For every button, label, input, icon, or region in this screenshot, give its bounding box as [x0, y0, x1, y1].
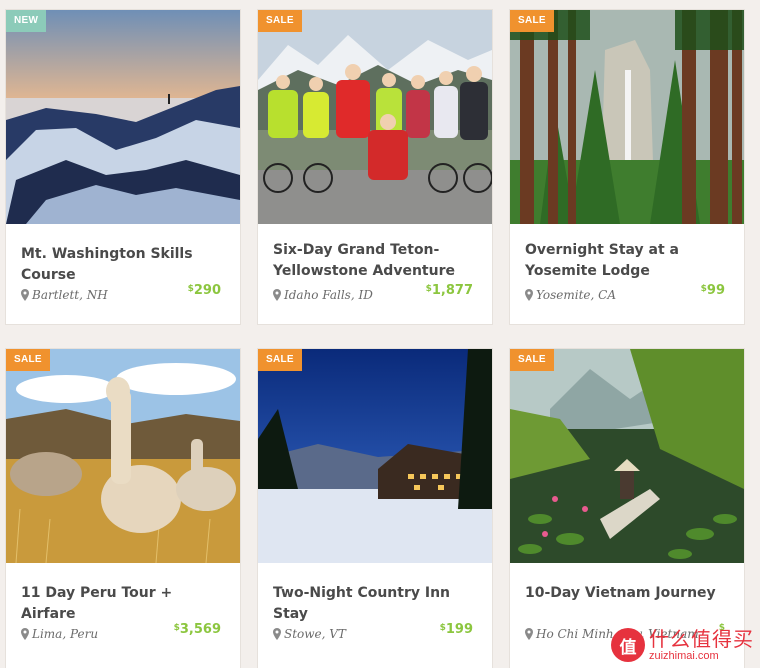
- deal-photo-snowy-inn[interactable]: [258, 349, 492, 563]
- badge-sale: SALE: [258, 10, 302, 32]
- deal-location-text: Bartlett, NH: [32, 288, 108, 302]
- watermark-text-en: zuizhimai.com: [649, 649, 719, 662]
- deal-title[interactable]: 11 Day Peru Tour + Airfare: [21, 583, 231, 625]
- deal-price: $99: [700, 283, 725, 298]
- deal-title[interactable]: Six-Day Grand Teton-Yellowstone Adventur…: [273, 240, 483, 282]
- deal-photo-yosemite-forest[interactable]: [510, 10, 744, 224]
- deal-price: $3,569: [173, 622, 221, 637]
- deal-location: Bartlett, NH: [21, 288, 108, 302]
- map-pin-icon: [21, 628, 29, 640]
- map-pin-icon: [21, 289, 29, 301]
- deal-price: $290: [187, 283, 221, 298]
- deal-photo-mountain-sunrise[interactable]: [6, 10, 240, 224]
- deal-photo-vietnam-boat[interactable]: [510, 349, 744, 563]
- deal-card[interactable]: SALE 11 Day Peru Tour + Airfare Lima, Pe…: [5, 348, 241, 668]
- deal-card[interactable]: SALE 10-Day Vietnam Journey Ho Chi Minh …: [509, 348, 745, 668]
- deal-price: $199: [439, 622, 473, 637]
- map-pin-icon: [525, 628, 533, 640]
- deal-location: Stowe, VT: [273, 627, 346, 641]
- deal-title[interactable]: Overnight Stay at a Yosemite Lodge: [525, 240, 735, 282]
- badge-sale: SALE: [510, 10, 554, 32]
- site-watermark: 值 什么值得买 zuizhimai.com: [611, 628, 754, 662]
- map-pin-icon: [273, 628, 281, 640]
- deal-card[interactable]: NEW Mt. Washington Skills Course Bartlet…: [5, 9, 241, 325]
- deal-title[interactable]: Two-Night Country Inn Stay: [273, 583, 483, 625]
- deal-title[interactable]: Mt. Washington Skills Course: [21, 244, 231, 286]
- map-pin-icon: [525, 289, 533, 301]
- deal-price: $1,877: [425, 283, 473, 298]
- deal-card[interactable]: SALE Two-Night Country Inn Stay Stowe, V…: [257, 348, 493, 668]
- badge-sale: SALE: [510, 349, 554, 371]
- watermark-logo: 值: [611, 628, 645, 662]
- deal-location-text: Stowe, VT: [284, 627, 346, 641]
- deal-location: Yosemite, CA: [525, 288, 616, 302]
- watermark-text-cn: 什么值得买: [649, 626, 754, 651]
- deal-location-text: Yosemite, CA: [536, 288, 616, 302]
- deal-location-text: Idaho Falls, ID: [284, 288, 373, 302]
- deal-location: Idaho Falls, ID: [273, 288, 373, 302]
- deal-card[interactable]: SALE Six-Day Grand Teton-Yellowstone Adv…: [257, 9, 493, 325]
- deal-location: Lima, Peru: [21, 627, 98, 641]
- map-pin-icon: [273, 289, 281, 301]
- deal-location-text: Lima, Peru: [32, 627, 99, 641]
- deal-card[interactable]: SALE Overnight Stay at a Yosemite Lodge …: [509, 9, 745, 325]
- badge-new: NEW: [6, 10, 47, 32]
- badge-sale: SALE: [258, 349, 302, 371]
- badge-sale: SALE: [6, 349, 50, 371]
- deal-photo-alpacas[interactable]: [6, 349, 240, 563]
- deal-photo-cyclists[interactable]: [258, 10, 492, 224]
- deal-title[interactable]: 10-Day Vietnam Journey: [525, 583, 735, 604]
